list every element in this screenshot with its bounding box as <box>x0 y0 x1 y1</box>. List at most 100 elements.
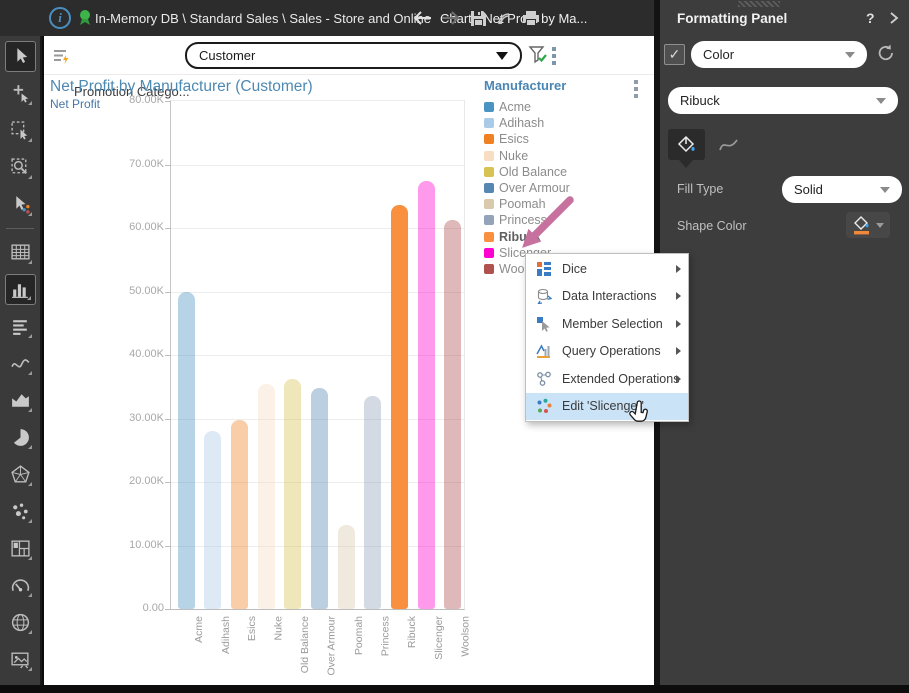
y-tick-label: 50.00K <box>129 285 164 297</box>
bar-esics[interactable] <box>231 420 248 609</box>
print-button[interactable] <box>522 10 540 27</box>
y-tick-mark <box>165 101 171 102</box>
submenu-arrow-icon <box>676 375 681 383</box>
gridline <box>171 165 464 166</box>
reset-icon[interactable] <box>876 43 896 68</box>
toolbar-tool-add[interactable] <box>0 75 40 112</box>
breadcrumb[interactable]: In-Memory DB \ Standard Sales \ Sales - … <box>95 11 431 26</box>
x-tick-label: Esics <box>246 616 258 641</box>
y-tick-label: 40.00K <box>129 348 164 360</box>
shape-color-picker[interactable] <box>846 212 890 238</box>
toolbar-tool-area-chart[interactable] <box>0 382 40 419</box>
legend-title: Manufacturer <box>484 78 652 93</box>
bar-nuke[interactable] <box>258 384 275 609</box>
legend-swatch <box>484 199 494 209</box>
pointer-icon <box>10 46 31 67</box>
toolbar-tool-data-point-select[interactable] <box>0 186 40 223</box>
filter-menu-dots-icon[interactable] <box>552 47 556 65</box>
legend-swatch <box>484 102 494 112</box>
shape-color-bucket-icon <box>852 215 872 235</box>
toolbar-tool-bar-chart[interactable] <box>0 271 40 308</box>
context-menu: DiceData InteractionsMember SelectionQue… <box>525 253 689 422</box>
toolbar-tool-pointer[interactable] <box>0 38 40 75</box>
shape-color-label: Shape Color <box>677 219 747 233</box>
flyout-corner-icon <box>28 260 32 264</box>
legend-item-acme[interactable]: Acme <box>484 99 652 115</box>
bar-princess[interactable] <box>364 396 381 609</box>
paint-bucket-icon <box>676 135 698 155</box>
y-tick-label: 80.00K <box>129 94 164 106</box>
bar-acme[interactable] <box>178 292 195 610</box>
legend-item-esics[interactable]: Esics <box>484 131 652 147</box>
toolbar-tool-treemap[interactable] <box>0 530 40 567</box>
bottom-edge <box>0 685 909 693</box>
x-tick-label: Adihash <box>219 616 231 654</box>
help-icon[interactable]: ? <box>866 10 875 26</box>
toolbar-tool-radar-chart[interactable] <box>0 456 40 493</box>
legend-item-adihash[interactable]: Adihash <box>484 115 652 131</box>
x-tick-label: Woolson <box>459 616 471 657</box>
bar-poomah[interactable] <box>338 525 355 609</box>
chevron-down-icon <box>496 52 508 60</box>
notifications-feed-icon[interactable] <box>496 10 513 27</box>
apply-filter-icon[interactable] <box>528 45 548 65</box>
submenu-arrow-icon <box>676 265 681 273</box>
bar-over-armour[interactable] <box>311 388 328 609</box>
submenu-arrow-icon <box>676 347 681 355</box>
forward-button[interactable] <box>441 10 461 26</box>
toolbar-tool-map[interactable] <box>0 604 40 641</box>
bar-adihash[interactable] <box>204 431 221 609</box>
target-element-dropdown[interactable]: Ribuck <box>668 87 898 114</box>
toolbar-tool-region-select[interactable] <box>0 112 40 149</box>
chart-title: Net Profit by Manufacturer (Customer) <box>50 78 313 96</box>
legend-item-nuke[interactable]: Nuke <box>484 148 652 164</box>
bar-ribuck[interactable] <box>391 205 408 609</box>
toolbar-divider <box>6 228 34 229</box>
menu-item-label: Member Selection <box>562 317 663 331</box>
menu-item-label: Extended Operations <box>562 372 679 386</box>
annotation-arrow <box>500 190 580 265</box>
panel-title: Formatting Panel <box>677 11 787 26</box>
flyout-corner-icon <box>28 138 32 142</box>
toolbar-tool-line-chart[interactable] <box>0 345 40 382</box>
y-tick-label: 10.00K <box>129 539 164 551</box>
toolbar-tool-text[interactable] <box>0 308 40 345</box>
legend-swatch <box>484 183 494 193</box>
save-button[interactable] <box>470 10 487 27</box>
y-tick-label: 0.00 <box>143 602 164 614</box>
x-tick-label: Princess <box>379 616 391 656</box>
bar-old-balance[interactable] <box>284 379 301 609</box>
back-button[interactable] <box>412 10 432 26</box>
legend-swatch <box>484 118 494 128</box>
toolbar-tool-pie-chart[interactable] <box>0 419 40 456</box>
selected-tab-notch <box>679 160 693 168</box>
menu-item-data-interactions[interactable]: Data Interactions <box>526 283 688 311</box>
property-dropdown[interactable]: Color <box>691 41 867 68</box>
toolbar-tool-image[interactable] <box>0 641 40 678</box>
hand-cursor-icon <box>628 399 652 429</box>
toolbar-tool-table[interactable] <box>0 234 40 271</box>
fill-type-dropdown[interactable]: Solid <box>782 176 902 203</box>
property-checkbox[interactable]: ✓ <box>664 44 685 65</box>
tab-fill-style[interactable] <box>668 129 705 160</box>
legend-item-old-balance[interactable]: Old Balance <box>484 164 652 180</box>
menu-item-edit[interactable]: Edit 'Slicenger' <box>526 393 688 421</box>
menu-item-member-selection[interactable]: Member Selection <box>526 310 688 338</box>
menu-item-label: Data Interactions <box>562 289 657 303</box>
legend-label: Acme <box>499 100 531 114</box>
bar-slicenger[interactable] <box>418 181 435 609</box>
customer-filter-combobox[interactable]: Customer <box>185 42 522 69</box>
menu-item-query-operations[interactable]: Query Operations <box>526 338 688 366</box>
menu-item-extended-operations[interactable]: Extended Operations <box>526 365 688 393</box>
flyout-corner-icon <box>28 593 32 597</box>
toolbar-tool-scatter-chart[interactable] <box>0 493 40 530</box>
tab-line-style[interactable] <box>710 129 747 160</box>
toolbar-tool-zoom-select[interactable] <box>0 149 40 186</box>
collapse-panel-icon[interactable] <box>889 11 899 30</box>
bar-woolson[interactable] <box>444 220 461 609</box>
info-icon[interactable]: i <box>49 7 71 29</box>
legend-menu-dots-icon[interactable] <box>634 80 638 101</box>
legend-swatch <box>484 248 494 258</box>
y-axis-ticks: 80.00K70.00K60.00K50.00K40.00K30.00K20.0… <box>88 100 164 611</box>
toolbar-tool-gauge[interactable] <box>0 567 40 604</box>
